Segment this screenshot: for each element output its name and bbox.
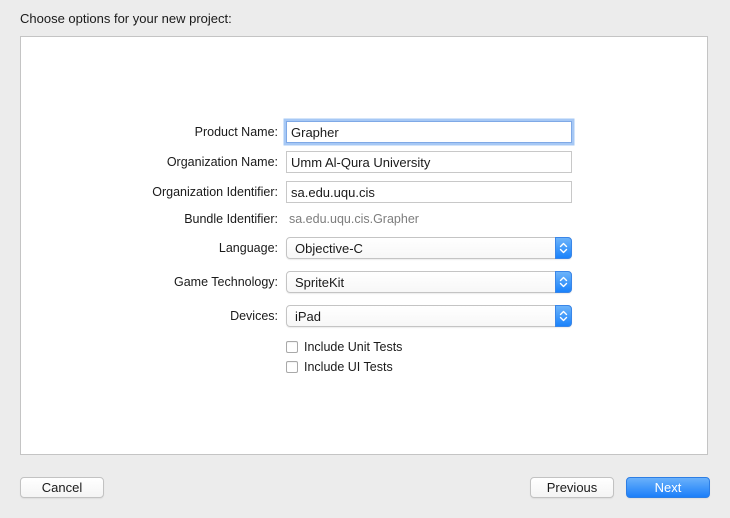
devices-label: Devices: bbox=[230, 309, 278, 323]
product-name-field[interactable] bbox=[286, 121, 572, 143]
organization-name-field[interactable] bbox=[286, 151, 572, 173]
up-down-chevron-icon bbox=[555, 305, 572, 327]
product-name-label: Product Name: bbox=[194, 125, 278, 139]
include-unit-tests-row[interactable]: Include Unit Tests bbox=[286, 339, 402, 355]
include-ui-tests-row[interactable]: Include UI Tests bbox=[286, 359, 393, 375]
previous-button[interactable]: Previous bbox=[530, 477, 614, 498]
up-down-chevron-icon bbox=[555, 237, 572, 259]
organization-name-label: Organization Name: bbox=[166, 155, 278, 169]
sheet-title: Choose options for your new project: bbox=[20, 11, 232, 26]
include-ui-tests-label: Include UI Tests bbox=[304, 360, 393, 374]
include-ui-tests-checkbox[interactable] bbox=[286, 361, 298, 373]
cancel-button[interactable]: Cancel bbox=[20, 477, 104, 498]
organization-identifier-field[interactable] bbox=[286, 181, 572, 203]
game-technology-label: Game Technology: bbox=[174, 275, 278, 289]
next-button[interactable]: Next bbox=[626, 477, 710, 498]
organization-identifier-label: Organization Identifier: bbox=[152, 185, 278, 199]
language-popup[interactable]: Objective-C bbox=[286, 237, 572, 259]
up-down-chevron-icon bbox=[555, 271, 572, 293]
include-unit-tests-label: Include Unit Tests bbox=[304, 340, 403, 354]
bundle-identifier-value: sa.edu.uqu.cis.Grapher bbox=[289, 212, 419, 226]
devices-popup[interactable]: iPad bbox=[286, 305, 572, 327]
language-label: Language: bbox=[218, 241, 278, 255]
devices-popup-value: iPad bbox=[295, 309, 322, 324]
language-popup-value: Objective-C bbox=[295, 241, 363, 256]
game-technology-popup[interactable]: SpriteKit bbox=[286, 271, 572, 293]
bundle-identifier-label: Bundle Identifier: bbox=[184, 212, 278, 226]
game-technology-popup-value: SpriteKit bbox=[295, 275, 345, 290]
include-unit-tests-checkbox[interactable] bbox=[286, 341, 298, 353]
